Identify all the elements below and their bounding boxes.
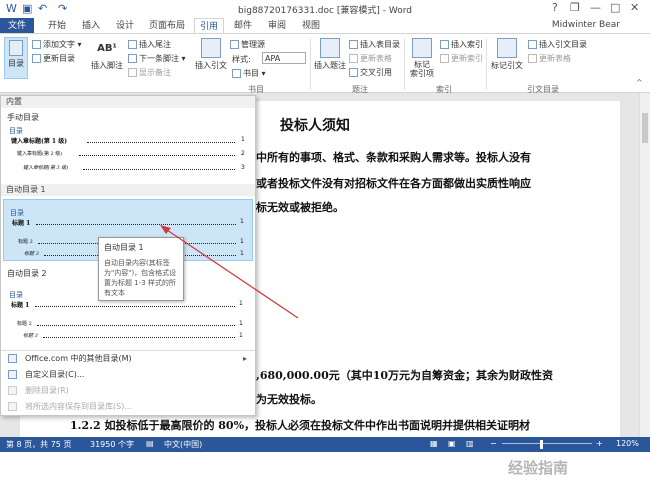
print-layout-icon[interactable]: ▣ [448,439,456,448]
proofing-icon[interactable]: ▤ [146,439,154,448]
web-layout-icon[interactable]: ▥ [466,439,474,448]
watermark-logo: 经验指南 [508,459,569,477]
status-page[interactable]: 第 8 页，共 75 页 [6,439,71,450]
read-mode-icon[interactable]: ▦ [430,439,438,448]
zoom-out-icon[interactable]: − [490,439,497,448]
status-words[interactable]: 31950 个字 [90,439,134,450]
zoom-slider[interactable] [502,443,592,444]
status-language[interactable]: 中文(中国) [164,439,202,450]
annotation-arrow [160,225,299,319]
zoom-in-icon[interactable]: + [596,439,603,448]
zoom-level[interactable]: 120% [616,439,639,448]
zoom-slider-thumb[interactable] [540,440,543,449]
status-bar: 第 8 页，共 75 页 31950 个字 ▤ 中文(中国) ▦ ▣ ▥ − +… [0,437,650,452]
